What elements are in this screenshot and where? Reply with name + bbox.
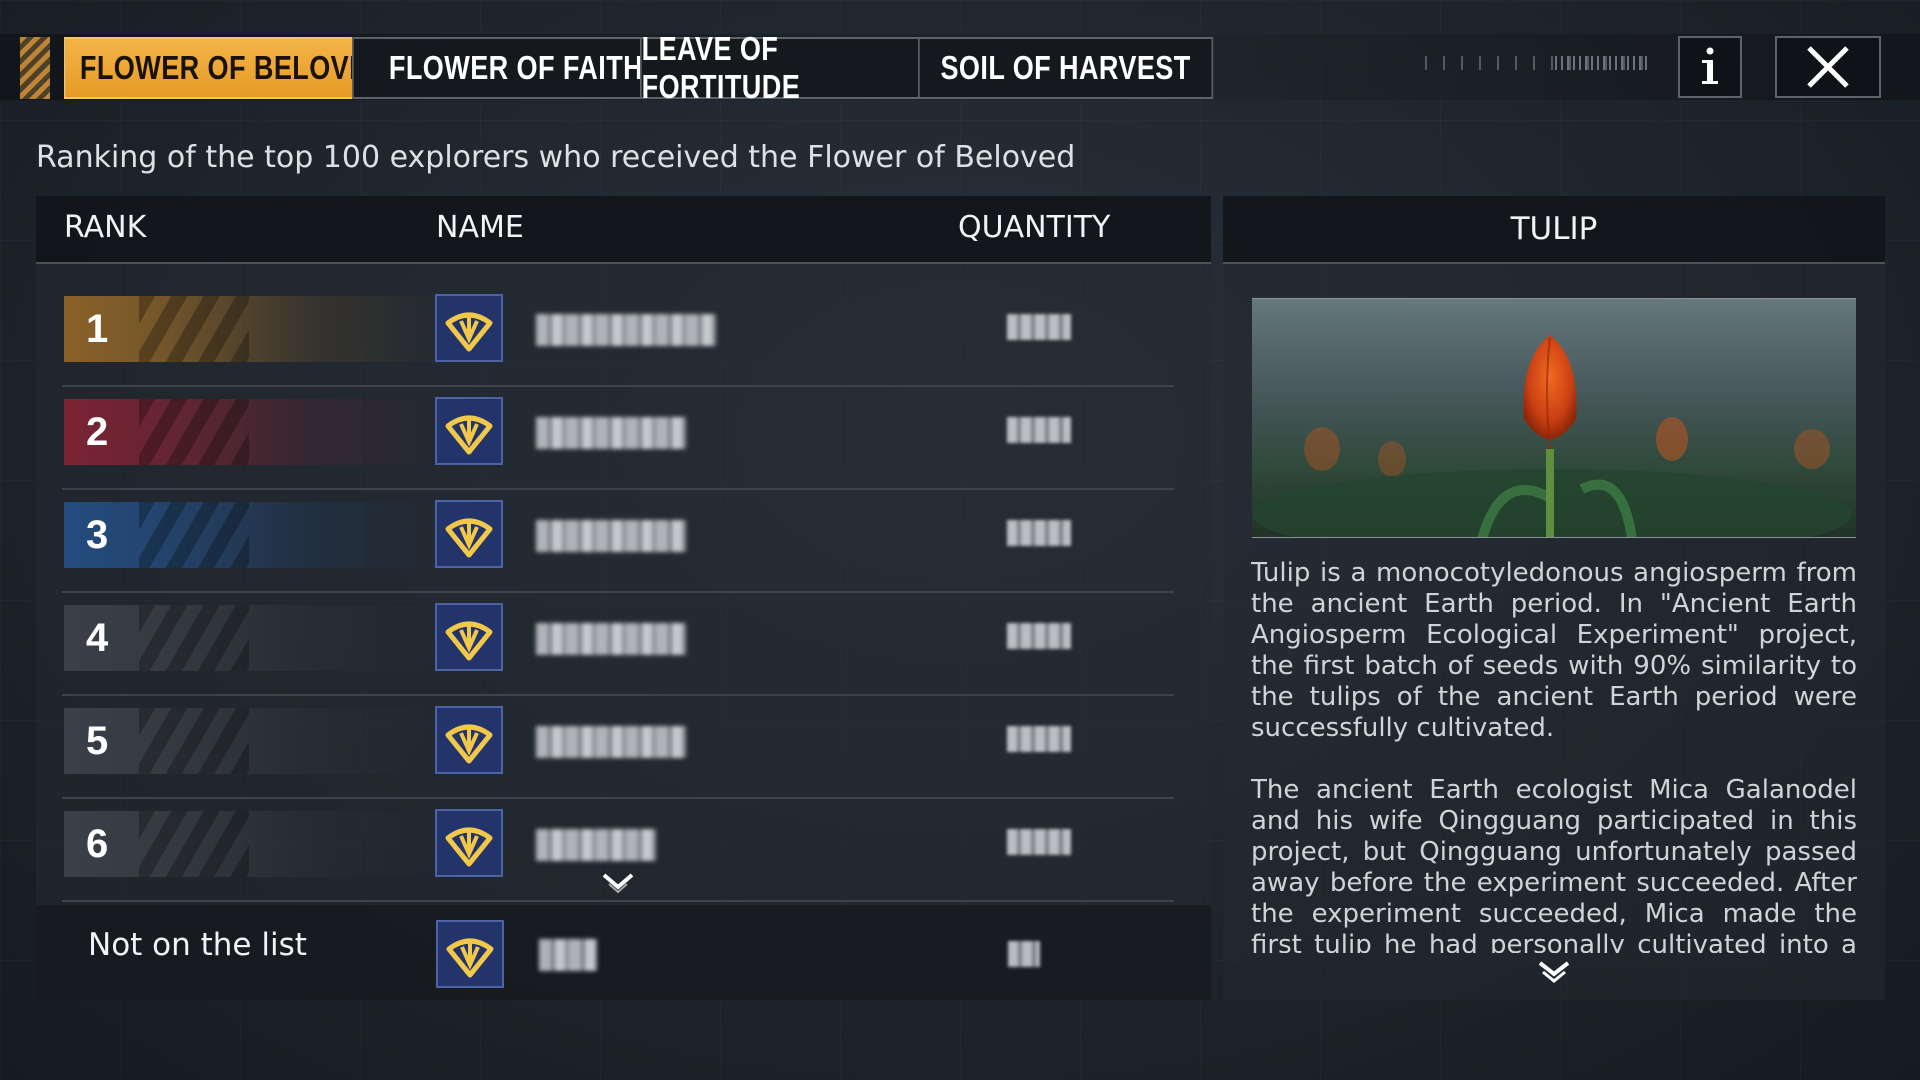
rank-badge: 3 xyxy=(64,502,444,568)
rank-stripe-decoration xyxy=(139,811,249,877)
emblem-icon xyxy=(445,827,493,867)
tab-leave-of-fortitude[interactable]: LEAVE OF FORTITUDE xyxy=(640,30,939,105)
self-player-name-redacted xyxy=(539,939,597,971)
quantity-redacted xyxy=(1007,829,1071,855)
emblem-icon xyxy=(445,724,493,764)
table-row[interactable]: 5 xyxy=(62,696,1174,799)
name-column-header: NAME xyxy=(436,210,524,245)
player-name-redacted xyxy=(536,726,686,758)
info-button[interactable] xyxy=(1678,36,1742,98)
rank-stripe-decoration xyxy=(139,399,249,465)
close-icon xyxy=(1807,46,1849,88)
rank-number: 6 xyxy=(86,821,109,866)
avatar[interactable] xyxy=(435,809,503,877)
rank-number: 4 xyxy=(86,615,109,660)
tulip-illustration xyxy=(1252,299,1856,537)
quantity-redacted xyxy=(1007,520,1071,546)
table-row[interactable]: 2 xyxy=(62,387,1174,490)
player-name-redacted xyxy=(536,623,686,655)
rank-badge: 1 xyxy=(64,296,444,362)
avatar[interactable] xyxy=(435,500,503,568)
close-button[interactable] xyxy=(1775,36,1881,98)
self-quantity-redacted xyxy=(1008,941,1040,967)
player-name-redacted xyxy=(536,520,686,552)
table-row[interactable]: 3 xyxy=(62,490,1174,593)
tab-flower-of-faith[interactable]: FLOWER OF FAITH xyxy=(352,37,680,99)
quantity-redacted xyxy=(1007,417,1071,443)
not-on-list-label: Not on the list xyxy=(88,927,307,963)
table-row[interactable]: 1 xyxy=(62,284,1174,387)
row-divider xyxy=(62,900,1174,902)
avatar[interactable] xyxy=(435,294,503,362)
emblem-icon xyxy=(445,518,493,558)
emblem-icon xyxy=(445,415,493,455)
rank-number: 3 xyxy=(86,512,109,557)
rank-stripe-decoration xyxy=(139,502,249,568)
rank-badge: 6 xyxy=(64,811,444,877)
stripe-decoration xyxy=(20,37,50,99)
quantity-column-header: QUANTITY xyxy=(958,210,1111,245)
avatar[interactable] xyxy=(435,603,503,671)
plant-image xyxy=(1252,298,1856,538)
quantity-redacted xyxy=(1007,623,1071,649)
avatar[interactable] xyxy=(436,920,504,988)
quantity-redacted xyxy=(1007,314,1071,340)
player-name-redacted xyxy=(536,829,656,861)
plant-description[interactable]: Tulip is a monocotyledonous angiosperm f… xyxy=(1251,558,1857,953)
list-scroll-chevron-down-icon[interactable] xyxy=(601,872,635,894)
avatar[interactable] xyxy=(435,706,503,774)
tab-soil-of-harvest[interactable]: SOIL OF HARVEST xyxy=(918,37,1214,99)
info-icon xyxy=(1702,47,1718,84)
table-row[interactable]: 4 xyxy=(62,593,1174,696)
emblem-icon xyxy=(445,312,493,352)
rank-column-header: RANK xyxy=(64,210,147,245)
player-name-redacted xyxy=(536,314,716,346)
rank-number: 1 xyxy=(86,306,109,351)
rank-badge: 4 xyxy=(64,605,444,671)
rank-stripe-decoration xyxy=(139,605,249,671)
ranking-subtitle: Ranking of the top 100 explorers who rec… xyxy=(36,140,1076,175)
plant-title: TULIP xyxy=(1223,196,1885,264)
quantity-redacted xyxy=(1007,726,1071,752)
player-name-redacted xyxy=(536,417,686,449)
rank-number: 2 xyxy=(86,409,109,454)
description-paragraph-2: The ancient Earth ecologist Mica Galanod… xyxy=(1251,775,1857,953)
emblem-icon xyxy=(446,938,494,978)
rank-badge: 5 xyxy=(64,708,444,774)
rank-stripe-decoration xyxy=(139,296,249,362)
description-scroll-chevron-down-icon[interactable] xyxy=(1537,960,1571,984)
emblem-icon xyxy=(445,621,493,661)
description-paragraph-1: Tulip is a monocotyledonous angiosperm f… xyxy=(1251,558,1857,743)
rank-badge: 2 xyxy=(64,399,444,465)
rank-stripe-decoration xyxy=(139,708,249,774)
rank-number: 5 xyxy=(86,718,109,763)
self-rank-row: Not on the list xyxy=(36,905,1211,1000)
tick-decoration-dense xyxy=(1555,56,1650,70)
avatar[interactable] xyxy=(435,397,503,465)
